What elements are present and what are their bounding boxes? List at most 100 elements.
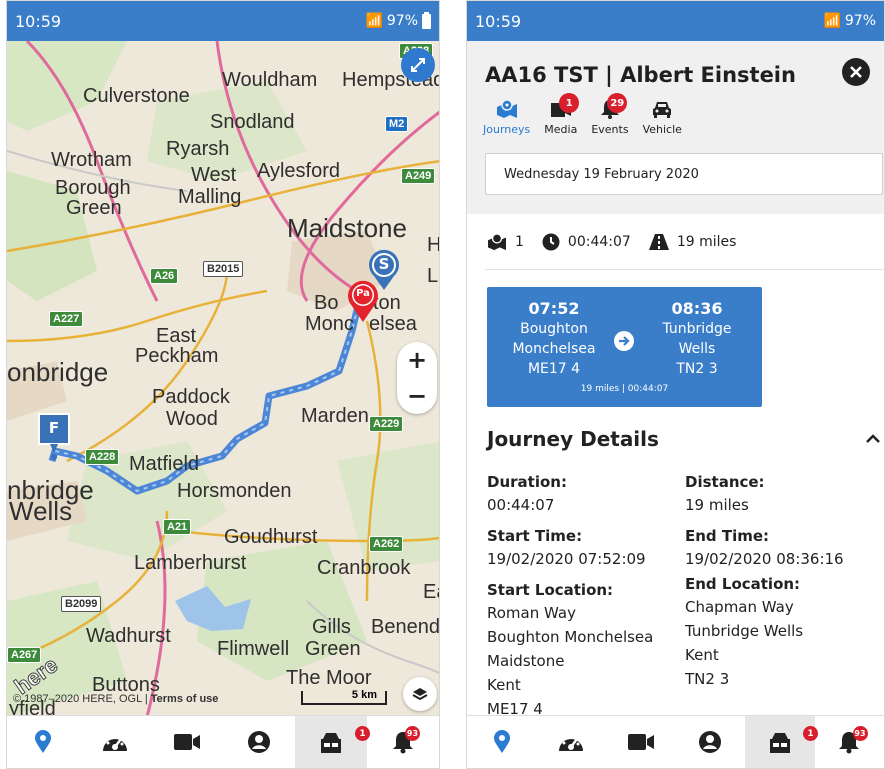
journeys-icon [496,99,517,118]
user-icon [248,731,270,753]
notification-badge: 1 [559,93,580,113]
nav-events[interactable]: 93 [815,716,885,768]
road-shield: A249 [401,168,436,184]
place-label: West [191,164,237,186]
date-picker[interactable]: Wednesday 19 February 2020 [485,153,883,195]
zoom-controls: + − [397,342,437,414]
close-button[interactable] [842,58,870,86]
journey-map[interactable]: Culverstone Wouldham Hempstead Snodland … [7,41,440,717]
road-shield: B2015 [203,261,244,277]
place-label: Bo [314,292,339,314]
zoom-out-button[interactable]: − [397,378,437,414]
clock-icon [542,233,560,251]
nav-vehicle-media[interactable]: 1 [745,716,818,768]
finish-marker[interactable]: F [38,413,70,461]
road-shield: B2099 [61,596,102,612]
nav-video[interactable] [606,716,676,768]
layers-icon [412,688,428,701]
place-label: onbridge [7,357,109,387]
road-shield: A26 [150,268,179,284]
detail-end-time: End Time: 19/02/2020 08:36:16 [685,527,844,568]
terms-of-use-link[interactable]: Terms of use [151,693,219,705]
place-label: Goudhurst [224,526,318,548]
zoom-in-button[interactable]: + [397,342,437,378]
nav-dashboard[interactable] [79,716,151,768]
total-distance: 19 miles [676,234,737,250]
nav-video[interactable] [151,716,223,768]
journey-card-footer: 19 miles | 00:44:07 [580,384,669,394]
nav-map[interactable] [7,716,79,768]
vehicle-title: AA16 TST | Albert Einstein [485,63,796,87]
dashboard-icon [559,736,584,751]
road-shield: A229 [369,416,404,432]
place-label: Matfield [129,453,200,475]
detail-duration: Duration: 00:44:07 [487,473,567,514]
road-shield: A227 [49,311,84,327]
chevron-up-icon [866,434,880,443]
vehicle-tabs: Journeys 1 Media 29 Events Vehicle [483,93,682,136]
map-marker-icon [493,730,510,753]
place-label: Wouldham [222,69,318,91]
journey-start: 07:52 Boughton Monchelsea ME17 4 [512,299,596,377]
nav-driver[interactable] [676,716,746,768]
parking-marker[interactable]: Pa [346,279,380,323]
tab-vehicle[interactable]: Vehicle [643,99,682,136]
road-shield: A228 [85,449,120,465]
place-label: Lamberhurst [134,552,247,574]
map-scale: 5 km [301,690,387,705]
place-label: Buttons [92,674,160,696]
place-label: Wrotham [51,149,132,171]
wifi-icon: 📶 [365,13,383,29]
map-screen: 10:59 📶 97% Culverstone Wouldham Hempste… [6,0,440,769]
nav-map[interactable] [467,716,537,768]
collapse-button[interactable] [866,429,880,448]
place-label: Wadhurst [86,625,171,647]
place-label: The Moor [286,667,372,689]
layers-button[interactable] [403,677,437,711]
vehicle-media-icon [769,733,790,753]
journeys-icon [488,233,506,251]
place-label: Aylesford [257,160,341,182]
road-shield: M2 [385,116,409,132]
place-label: Culverstone [83,85,190,107]
dashboard-icon [103,736,127,751]
map-marker-icon [35,730,51,753]
place-label: Green [66,197,122,219]
journey-card[interactable]: 07:52 Boughton Monchelsea ME17 4 08:36 T… [487,287,762,407]
road-shield: A21 [163,519,192,535]
nav-events[interactable]: 93 [367,716,439,768]
detail-end-location: End Location: Chapman Way Tunbridge Well… [685,575,804,688]
nav-vehicle-media[interactable]: 1 [295,716,370,768]
close-icon [850,66,862,78]
fullscreen-button[interactable] [401,48,435,82]
detail-start-time: Start Time: 19/02/2020 07:52:09 [487,527,646,568]
status-time: 10:59 [475,11,522,31]
place-label: Snodland [210,111,295,133]
journey-count: 1 [515,234,524,250]
journey-end: 08:36 Tunbridge Wells TN2 3 [662,299,732,377]
selected-date: Wednesday 19 February 2020 [504,166,699,182]
vehicle-media-icon [321,733,341,753]
place-label: Gills [312,616,351,638]
tab-journeys[interactable]: Journeys [483,99,530,136]
arrow-right-icon [614,331,634,351]
tab-media[interactable]: 1 Media [544,93,580,136]
place-label: East [156,325,197,347]
nav-dashboard[interactable] [537,716,607,768]
place-label: Borough [55,177,131,199]
status-bar: 10:59 📶 97% [7,1,439,41]
status-bar: 10:59 📶 97% [467,1,884,41]
place-label: H [427,235,439,255]
expand-icon [411,58,425,72]
battery-percent: 97% [386,13,418,29]
tab-events[interactable]: 29 Events [591,93,629,136]
notification-badge: 29 [607,93,628,113]
place-label: Benend [371,616,440,638]
place-label: Wood [166,408,218,430]
place-label: Ryarsh [166,138,230,160]
journey-summary: 1 00:44:07 19 miles [487,233,736,251]
status-time: 10:59 [15,11,62,31]
wifi-icon: 📶 [823,13,841,29]
nav-driver[interactable] [223,716,295,768]
map-copyright: © 1987–2020 HERE, OGL | Terms of use [13,693,219,705]
